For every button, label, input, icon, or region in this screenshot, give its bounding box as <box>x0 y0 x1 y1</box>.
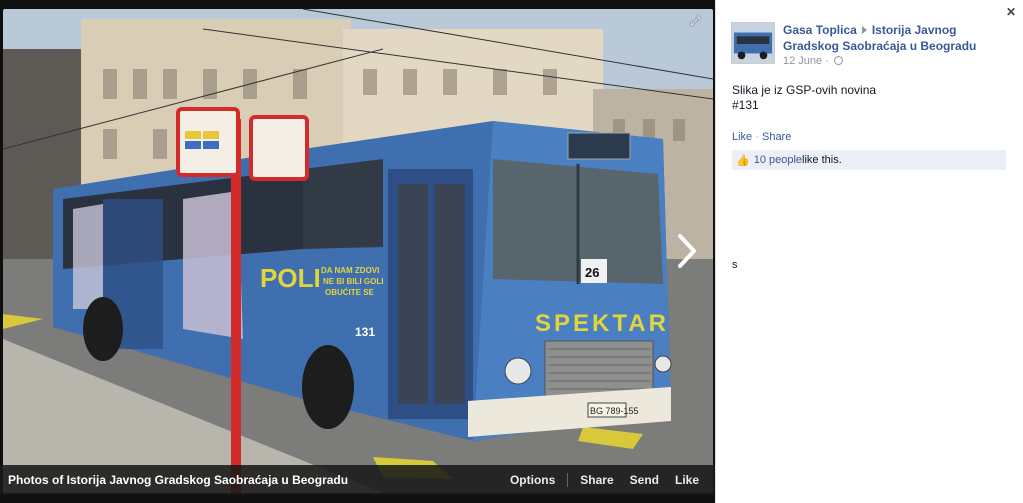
svg-text:NE BI BILI GOLI: NE BI BILI GOLI <box>323 277 383 286</box>
avatar[interactable] <box>731 22 775 64</box>
likes-summary: 👍 10 people like this. <box>732 150 1006 170</box>
author-names: Gasa Toplica Istorija Javnog Gradskog Sao… <box>783 22 1013 54</box>
share-button[interactable]: Share <box>572 473 621 487</box>
like-button[interactable]: Like <box>667 473 707 487</box>
svg-text:DA NAM ZDOVI: DA NAM ZDOVI <box>321 266 379 275</box>
post-actions: Like · Share <box>732 131 792 143</box>
svg-text:131: 131 <box>355 325 375 339</box>
photo-actions: Options Share Send Like <box>502 473 707 487</box>
likes-suffix: like this. <box>802 154 842 166</box>
expand-icon[interactable]: ⤢ <box>688 14 702 28</box>
author-info: Gasa Toplica Istorija Javnog Gradskog Sao… <box>783 22 1013 67</box>
svg-text:BG 789-155: BG 789-155 <box>590 406 639 416</box>
post-text: Slika je iz GSP-ovih novina #131 <box>732 83 876 113</box>
photo-stage: POLI DA NAM ZDOVI NE BI BILI GOLI OBUĆIT… <box>0 0 715 503</box>
likes-count-link[interactable]: 10 people <box>754 154 802 166</box>
send-button[interactable]: Send <box>622 473 667 487</box>
close-icon[interactable]: ✕ <box>1006 5 1016 19</box>
photo-info-panel: ✕ Gasa Toplica Istorija Javnog Gradskog S… <box>715 0 1023 503</box>
svg-text:OBUĆITE SE: OBUĆITE SE <box>325 288 375 297</box>
author-header: Gasa Toplica Istorija Javnog Gradskog Sao… <box>731 22 1013 67</box>
share-link[interactable]: Share <box>762 131 791 143</box>
post-date[interactable]: 12 June <box>783 55 822 67</box>
like-link[interactable]: Like <box>732 131 752 143</box>
options-button[interactable]: Options <box>502 473 563 487</box>
divider <box>567 473 569 487</box>
post-hashtag[interactable]: #131 <box>732 98 876 113</box>
bus-brand-text: SPEKTAR <box>535 310 669 337</box>
bus-ad-text: POLI <box>260 263 321 293</box>
comment-fragment: s <box>732 259 738 271</box>
thumbs-up-icon: 👍 <box>736 154 750 167</box>
next-arrow-icon[interactable] <box>672 232 700 270</box>
author-link[interactable]: Gasa Toplica <box>783 23 857 37</box>
svg-text:26: 26 <box>585 265 599 280</box>
album-title[interactable]: Photos of Istorija Javnog Gradskog Saobr… <box>8 473 502 487</box>
triangle-right-icon <box>861 26 867 35</box>
globe-icon[interactable] <box>833 56 843 65</box>
photo-caption-bar: Photos of Istorija Javnog Gradskog Saobr… <box>0 465 715 495</box>
bus-photo[interactable]: POLI DA NAM ZDOVI NE BI BILI GOLI OBUĆIT… <box>3 9 713 493</box>
bus-photo-image: POLI DA NAM ZDOVI NE BI BILI GOLI OBUĆIT… <box>3 9 713 493</box>
post-text-line: Slika je iz GSP-ovih novina <box>732 83 877 97</box>
post-meta: 12 June · <box>783 55 1013 67</box>
